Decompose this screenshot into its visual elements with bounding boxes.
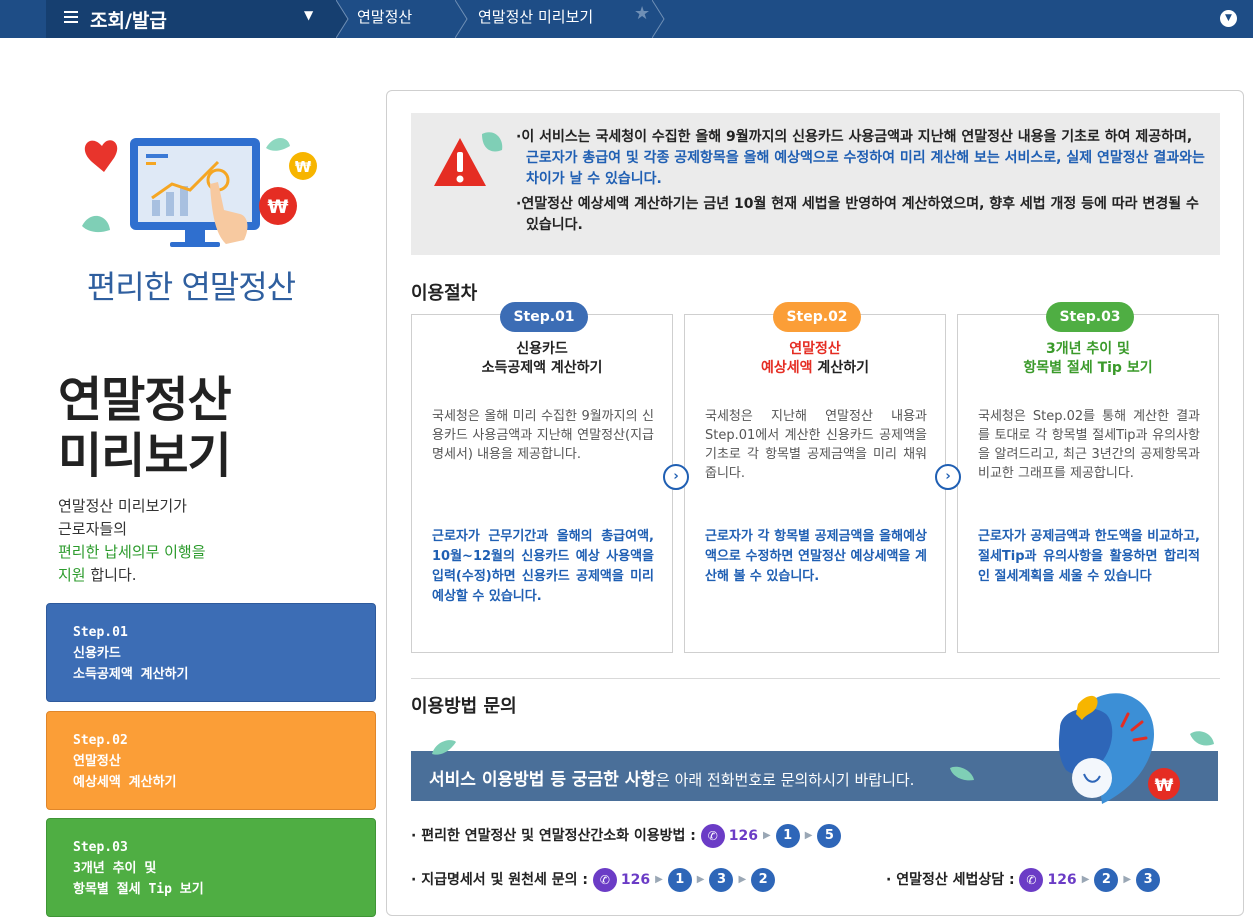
contact-row-withholding: · 지급명세서 및 원천세 문의 : ✆ 126 ▶ 1 ▶ 3 ▶ 2: [411, 868, 776, 892]
sidebar-step3-button[interactable]: Step.03 3개년 추이 및 항목별 절세 Tip 보기: [46, 818, 376, 917]
warning-icon: [434, 132, 503, 186]
section-divider: [411, 678, 1220, 679]
step-pill: Step.03: [1046, 302, 1134, 332]
phone-icon: ✆: [1019, 868, 1044, 892]
desc-highlight1: 편리한 납세의무 이행을: [58, 543, 206, 561]
contact-row-tax-law: · 연말정산 세법상담 : ✆ 126 ▶ 2 ▶ 3: [886, 868, 1161, 892]
desc-tail: 합니다.: [85, 566, 137, 584]
menu-digit: 1: [667, 868, 692, 892]
step-line2: 신용카드: [73, 646, 121, 661]
step-line3: 항목별 절세 Tip 보기: [73, 882, 204, 897]
arrow-right-icon: ▶: [1123, 874, 1132, 885]
page-title-line2: 미리보기: [58, 428, 232, 484]
card-body: 국세청은 지난해 연말정산 내용과 Step.01에서 계산한 신용카드 공제액…: [705, 409, 927, 481]
next-step-arrow-icon[interactable]: ›: [663, 464, 689, 490]
page-title-line1: 연말정산: [58, 372, 232, 428]
step-line2: 연말정산: [73, 754, 121, 769]
phone-number: 126: [620, 872, 651, 888]
desc-line1: 연말정산 미리보기가: [58, 497, 187, 515]
phone-support-illustration: ₩: [1058, 693, 1214, 804]
phone-number: 126: [728, 828, 758, 844]
collapse-chevron-icon[interactable]: ▼: [1220, 10, 1237, 27]
procedure-card-step2: Step.02 연말정산 예상세액 계산하기 국세청은 지난해 연말정산 내용과…: [684, 302, 946, 653]
arrow-right-icon: ▶: [655, 874, 663, 885]
phone-icon: ✆: [592, 868, 617, 892]
top-nav-bar: 조회/발급 ▼ 연말정산 연말정산 미리보기 ★ ▼: [0, 0, 1253, 38]
hamburger-icon: [64, 11, 78, 25]
menu-digit: 2: [1094, 868, 1119, 892]
main-menu-dropdown[interactable]: 조회/발급 ▼: [46, 0, 336, 38]
arrow-right-icon: ▶: [696, 874, 705, 885]
phone-number: 126: [1047, 872, 1077, 888]
page-title: 연말정산 미리보기: [58, 372, 232, 484]
breadcrumb-separator-icon: [652, 0, 665, 38]
contact-row-simplified-service: · 편리한 연말정산 및 연말정산간소화 이용방법 : ✆ 126 ▶ 1 ▶ 5: [411, 824, 842, 848]
step-line2: 3개년 추이 및: [73, 861, 157, 876]
menu-digit: 5: [817, 824, 842, 848]
arrow-right-icon: ▶: [1081, 874, 1090, 885]
leaf-icon: [432, 740, 456, 755]
procedure-card-step3: Step.03 3개년 추이 및 항목별 절세 Tip 보기 국세청은 Step…: [957, 302, 1219, 653]
step-line3: 소득공제액 계산하기: [73, 667, 189, 682]
desc-highlight2: 지원: [58, 566, 86, 584]
notice-box: ·이 서비스는 국세청이 수집한 올해 9월까지의 신용카드 사용금액과 지난해…: [411, 113, 1220, 255]
breadcrumb-preview[interactable]: 연말정산 미리보기: [478, 6, 593, 27]
step-line3: 예상세액 계산하기: [73, 775, 177, 790]
svg-text:₩: ₩: [1155, 776, 1174, 796]
breadcrumb-separator-icon: [336, 0, 349, 38]
svg-text:₩: ₩: [268, 196, 289, 218]
notice-item-1: ·이 서비스는 국세청이 수집한 올해 9월까지의 신용카드 사용금액과 지난해…: [516, 129, 1205, 187]
procedure-card-step1: Step.01 신용카드 소득공제액 계산하기 국세청은 올해 미리 수집한 9…: [411, 302, 673, 653]
step-label: Step.03: [73, 840, 128, 855]
card-body: 국세청은 올해 미리 수집한 9월까지의 신용카드 사용금액과 지난해 연말정산…: [432, 409, 654, 462]
breadcrumb-separator-icon: [455, 0, 468, 38]
menu-digit: 3: [709, 868, 734, 892]
step-pill: Step.01: [500, 302, 588, 332]
sidebar-step2-button[interactable]: Step.02 연말정산 예상세액 계산하기: [46, 711, 376, 810]
svg-text:₩: ₩: [295, 158, 312, 176]
card-body: 국세청은 Step.02를 통해 계산한 결과를 토대로 각 항목별 절세Tip…: [978, 409, 1200, 481]
promo-caption: 편리한 연말정산: [86, 268, 296, 306]
procedure-section-title: 이용절차: [411, 283, 478, 304]
breadcrumb-year-end-settlement[interactable]: 연말정산: [357, 6, 412, 27]
step-label: Step.02: [73, 733, 128, 748]
phone-icon: ✆: [700, 824, 725, 848]
arrow-right-icon: ▶: [763, 830, 771, 841]
card-title: 연말정산 예상세액 계산하기: [761, 341, 869, 376]
card-title: 신용카드 소득공제액 계산하기: [481, 341, 603, 376]
next-step-arrow-icon[interactable]: ›: [935, 464, 961, 490]
card-note: 근로자가 공제금액과 한도액을 비교하고, 절세Tip과 유의사항을 활용하면 …: [978, 529, 1200, 584]
inquiry-section-title: 이용방법 문의: [411, 696, 517, 717]
notice-item-2: ·연말정산 예상세액 계산하기는 금년 10월 현재 세법을 반영하여 계산하였…: [516, 196, 1199, 233]
monitor-chart-illustration: ₩ ₩: [82, 138, 317, 247]
favorite-star-icon[interactable]: ★: [634, 3, 650, 24]
arrow-right-icon: ▶: [738, 874, 747, 885]
chevron-down-icon: ▼: [304, 8, 314, 22]
sidebar-step1-button[interactable]: Step.01 신용카드 소득공제액 계산하기: [46, 603, 376, 702]
menu-digit: 1: [775, 824, 800, 848]
step-label: Step.01: [73, 625, 128, 640]
menu-title: 조회/발급: [90, 10, 167, 32]
menu-digit: 2: [751, 868, 776, 892]
desc-line2: 근로자들의: [58, 520, 128, 538]
card-note: 근로자가 근무기간과 올해의 총급여액, 10월~12월의 신용카드 예상 사용…: [432, 529, 654, 604]
arrow-right-icon: ▶: [804, 830, 813, 841]
leaf-icon: [950, 766, 974, 781]
step-pill: Step.02: [773, 302, 861, 332]
notice-highlight: 근로자가 총급여 및 각종 공제항목을 올해 예상액으로 수정하여 미리 계산해…: [526, 150, 1205, 187]
menu-digit: 3: [1136, 868, 1161, 892]
card-title: 3개년 추이 및 항목별 절세 Tip 보기: [1023, 341, 1153, 376]
banner-rest: 은 아래 전화번호로 문의하시기 바랍니다.: [656, 771, 915, 789]
card-note: 근로자가 각 항목별 공제금액을 올해예상액으로 수정하면 연말정산 예상세액을…: [705, 529, 927, 584]
sidebar-description: 연말정산 미리보기가 근로자들의 편리한 납세의무 이행을 지원 합니다.: [58, 495, 206, 587]
banner-bold: 서비스 이용방법 등 궁금한 사항: [429, 770, 656, 790]
